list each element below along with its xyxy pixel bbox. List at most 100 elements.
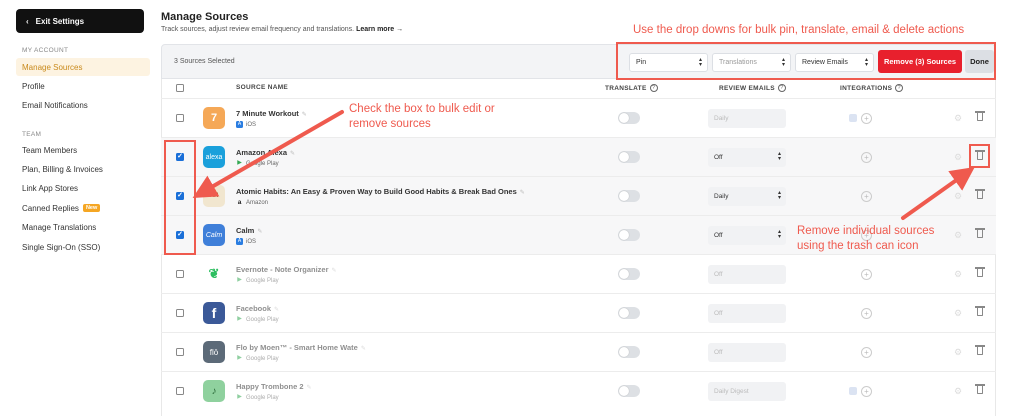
review-frequency-select[interactable]: Daily Digest▴▾ — [708, 382, 786, 401]
sidebar-item-canned-replies[interactable]: Canned Replies New — [16, 199, 150, 217]
review-frequency-select[interactable]: Daily▴▾ — [708, 109, 786, 128]
translate-toggle[interactable] — [618, 385, 640, 397]
integration-icon — [849, 114, 857, 122]
section-label-team: TEAM — [22, 131, 42, 138]
review-frequency-select[interactable]: Off▴▾ — [708, 265, 786, 284]
sidebar-item-team-members[interactable]: Team Members — [16, 141, 150, 159]
review-frequency-select[interactable]: Off▴▾ — [708, 343, 786, 362]
app-store-icon: A — [236, 121, 243, 128]
trash-icon[interactable] — [975, 267, 985, 277]
pin-icon[interactable]: ✎ — [520, 190, 525, 196]
translate-toggle[interactable] — [618, 151, 640, 163]
sidebar-item-sso[interactable]: Single Sign-On (SSO) — [16, 238, 150, 256]
pin-icon[interactable]: ✎ — [257, 229, 262, 235]
row-checkbox[interactable] — [176, 309, 184, 317]
store-name: Google Play — [246, 160, 279, 167]
learn-more-link[interactable]: Learn more → — [356, 26, 403, 33]
frequency-value: Daily — [714, 193, 729, 200]
sidebar-item-manage-sources[interactable]: Manage Sources — [16, 58, 150, 76]
trash-icon[interactable] — [975, 228, 985, 238]
review-frequency-select[interactable]: Off▴▾ — [708, 226, 786, 245]
translate-toggle[interactable] — [618, 190, 640, 202]
add-integration-icon[interactable]: + — [861, 269, 872, 280]
gear-icon[interactable]: ⚙ — [954, 113, 962, 124]
source-name: Facebook ✎ — [236, 304, 279, 313]
store-name: Google Play — [246, 394, 279, 401]
annotation-box-toolbar — [616, 42, 996, 80]
store-name: Amazon — [246, 199, 269, 206]
store-label: ▶ Google Play — [236, 160, 279, 167]
source-name-text: Facebook — [236, 304, 272, 313]
source-name: Amazon Alexa ✎ — [236, 148, 295, 157]
gear-icon[interactable]: ⚙ — [954, 230, 962, 241]
annotation-checkbox-line1: Check the box to bulk edit or — [349, 103, 495, 115]
add-integration-icon[interactable]: + — [861, 347, 872, 358]
add-integration-icon[interactable]: + — [861, 308, 872, 319]
trash-icon[interactable] — [975, 306, 985, 316]
sidebar-item-plan-billing[interactable]: Plan, Billing & Invoices — [16, 160, 150, 178]
new-badge: New — [82, 204, 101, 212]
translate-toggle[interactable] — [618, 346, 640, 358]
gear-icon[interactable]: ⚙ — [954, 191, 962, 202]
translate-toggle[interactable] — [618, 307, 640, 319]
review-frequency-select[interactable]: Daily ▴▾ — [708, 187, 786, 206]
sidebar-item-profile[interactable]: Profile — [16, 77, 150, 95]
source-name-text: 7 Minute Workout — [236, 109, 299, 118]
source-name-text: Atomic Habits: An Easy & Proven Way to B… — [236, 187, 517, 196]
store-name: iOS — [246, 121, 257, 128]
row-checkbox[interactable] — [176, 114, 184, 122]
app-icon-amazon-alexa: alexa — [203, 146, 225, 168]
add-integration-icon[interactable]: + — [861, 113, 872, 124]
source-name: Happy Trombone 2 ✎ — [236, 382, 312, 391]
gear-icon[interactable]: ⚙ — [954, 152, 962, 163]
google-play-icon: ▶ — [237, 160, 242, 166]
trash-icon[interactable] — [975, 345, 985, 355]
app-icon-7-minute-workout: 7 — [203, 107, 225, 129]
row-checkbox[interactable] — [176, 387, 184, 395]
pin-icon[interactable]: ✎ — [302, 112, 307, 118]
gear-icon[interactable]: ⚙ — [954, 308, 962, 319]
app-icon-atomic-habits: AH — [203, 185, 225, 207]
table-row: 7 7 Minute Workout✎ AiOS Daily▴▾ + ⚙ — [161, 98, 996, 137]
gear-icon[interactable]: ⚙ — [954, 386, 962, 397]
frequency-value: Daily Digest — [714, 388, 749, 395]
source-name: Evernote - Note Organizer ✎ — [236, 265, 337, 274]
exit-settings-button[interactable]: ‹ Exit Settings — [16, 9, 144, 33]
add-integration-icon[interactable]: + — [861, 386, 872, 397]
add-integration-icon[interactable]: + — [861, 191, 872, 202]
source-name: Atomic Habits: An Easy & Proven Way to B… — [236, 187, 525, 196]
sidebar: ‹ Exit Settings MY ACCOUNT Manage Source… — [0, 0, 160, 416]
translate-toggle[interactable] — [618, 112, 640, 124]
app-icon-facebook: f — [203, 302, 225, 324]
gear-icon[interactable]: ⚙ — [954, 269, 962, 280]
sidebar-item-email-notifications[interactable]: Email Notifications — [16, 96, 150, 114]
trash-icon[interactable] — [975, 189, 985, 199]
row-checkbox[interactable] — [176, 348, 184, 356]
gear-icon[interactable]: ⚙ — [954, 347, 962, 358]
chevron-updown-icon: ▴ ▾ — [777, 190, 781, 201]
trash-icon[interactable] — [975, 384, 985, 394]
annotation-box-checkboxes — [164, 140, 196, 255]
google-play-icon: ▶ — [237, 277, 242, 283]
pin-icon[interactable]: ✎ — [274, 307, 279, 313]
pin-icon[interactable]: ✎ — [332, 268, 337, 274]
table-row: ♪ Happy Trombone 2 ✎ ▶ Google Play Daily D… — [161, 371, 996, 410]
table-row: ❦ Evernote - Note Organizer ✎ ▶ Google Pla… — [161, 254, 996, 293]
translate-toggle[interactable] — [618, 268, 640, 280]
annotation-trash-line2: using the trash can icon — [797, 240, 919, 252]
app-icon-happy-trombone: ♪ — [203, 380, 225, 402]
pin-icon[interactable]: ✎ — [290, 151, 295, 157]
pin-icon[interactable]: ✎ — [307, 385, 312, 391]
translate-toggle[interactable] — [618, 229, 640, 241]
pin-icon[interactable]: ✎ — [361, 346, 366, 352]
frequency-value: Off — [714, 232, 723, 239]
trash-icon[interactable] — [975, 111, 985, 121]
add-integration-icon[interactable]: + — [861, 152, 872, 163]
review-frequency-select[interactable]: Off▴▾ — [708, 148, 786, 167]
source-name: Flo by Moen™ - Smart Home Wate ✎ — [236, 343, 366, 352]
row-checkbox[interactable] — [176, 270, 184, 278]
sidebar-item-manage-translations[interactable]: Manage Translations — [16, 218, 150, 236]
table-row: ✓ AH Atomic Habits: An Easy & Proven Way… — [161, 176, 996, 215]
sidebar-item-link-app-stores[interactable]: Link App Stores — [16, 179, 150, 197]
review-frequency-select[interactable]: Off▴▾ — [708, 304, 786, 323]
